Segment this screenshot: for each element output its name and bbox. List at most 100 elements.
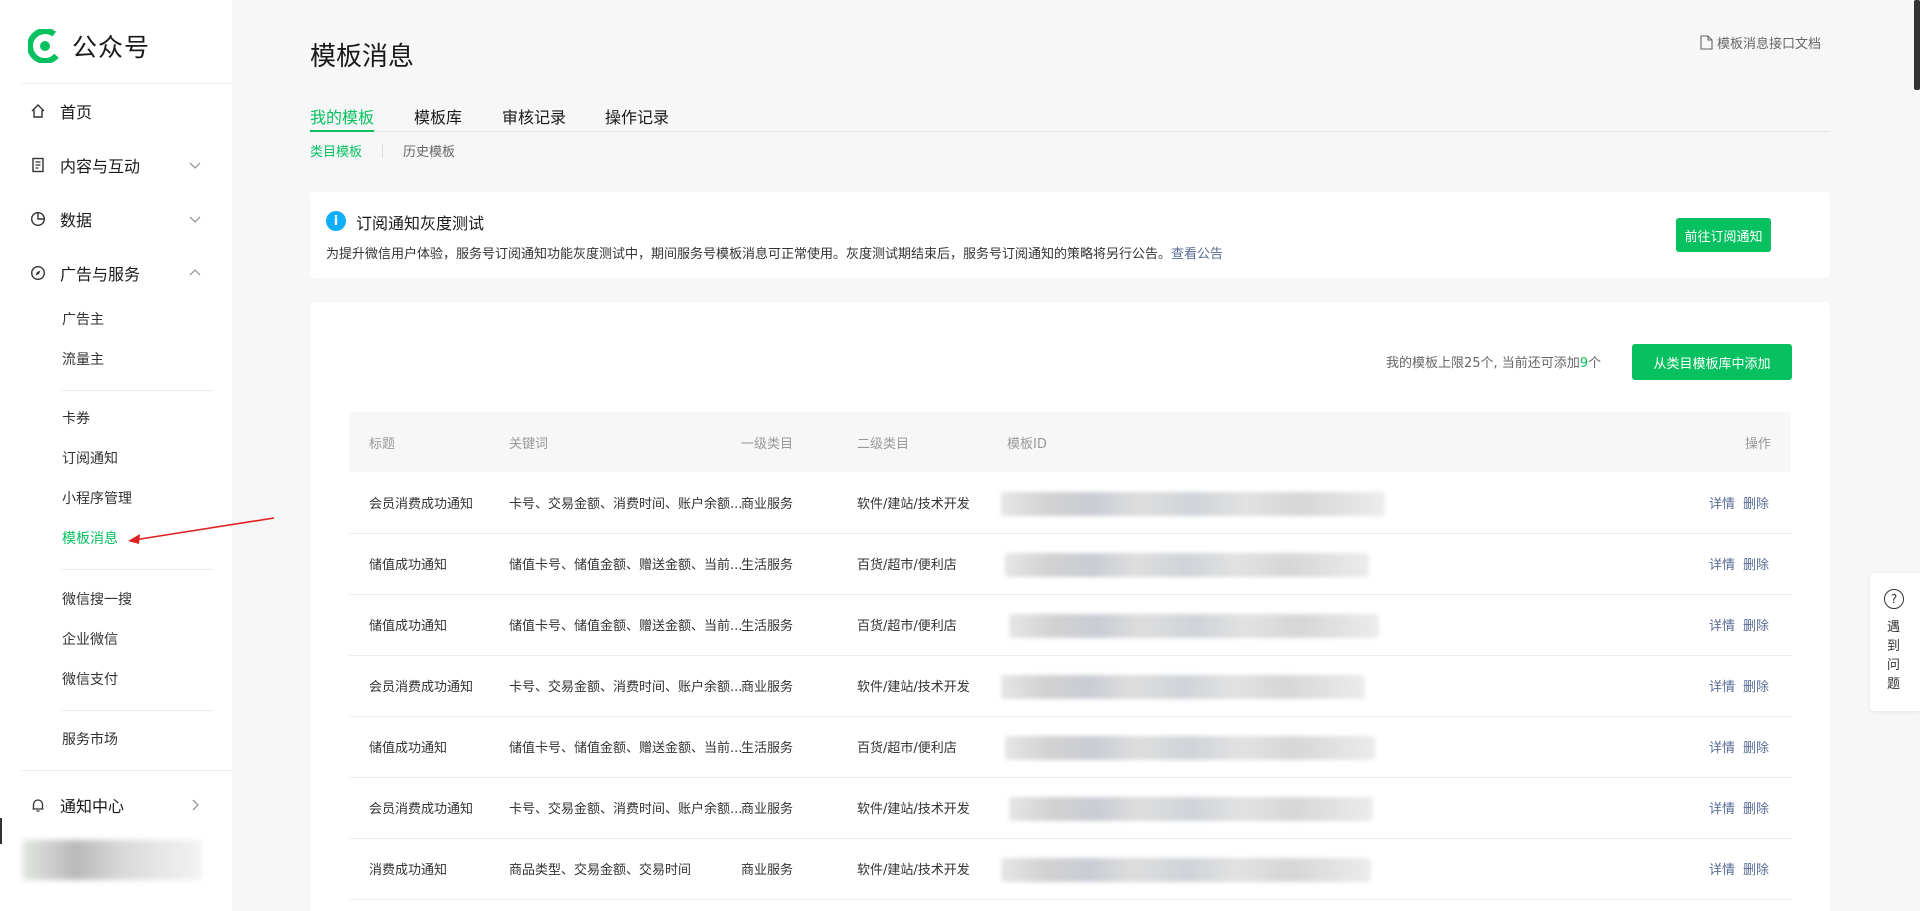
nav-home-label: 首页 bbox=[60, 103, 93, 122]
th-title: 标题 bbox=[369, 437, 396, 452]
document-icon bbox=[30, 157, 46, 173]
sub-item-cards[interactable]: 卡券 bbox=[62, 408, 90, 430]
sub-item-work-wechat[interactable]: 企业微信 bbox=[62, 629, 118, 651]
cell-title: 会员消费成功通知 bbox=[369, 680, 474, 695]
sidebar: 公众号 首页 内容与互动 数据 广告与服务 广告主 流量主 卡券 订阅通知 小程… bbox=[0, 0, 232, 911]
cell-category-1: 商业服务 bbox=[741, 863, 794, 878]
logo[interactable]: 公众号 bbox=[28, 28, 150, 64]
doc-link-label: 模板消息接口文档 bbox=[1717, 37, 1822, 52]
table-row: 储值成功通知 储值卡号、储值金额、赠送金额、当前... 生活服务 百货/超市/便利店 详… bbox=[349, 595, 1791, 656]
nav-content[interactable]: 内容与互动 bbox=[30, 150, 202, 180]
document-icon bbox=[1700, 35, 1713, 50]
sub-item-subscribe-notice[interactable]: 订阅通知 bbox=[62, 448, 118, 470]
cell-title: 消费成功通知 bbox=[369, 863, 448, 878]
detail-link[interactable]: 详情 bbox=[1709, 554, 1735, 573]
cell-keywords: 储值卡号、储值金额、赠送金额、当前... bbox=[509, 741, 743, 756]
subtab-history-templates[interactable]: 历史模板 bbox=[403, 141, 455, 160]
sub-item-wechat-pay[interactable]: 微信支付 bbox=[62, 669, 118, 691]
table-row: 储值成功通知 储值卡号、储值金额、赠送金额、当前... 生活服务 百货/超市/便利店 详… bbox=[349, 534, 1791, 595]
cell-category-2: 百货/超市/便利店 bbox=[857, 741, 957, 756]
detail-link[interactable]: 详情 bbox=[1709, 859, 1735, 878]
wechat-mp-logo-icon bbox=[28, 29, 62, 63]
sub-item-template-message[interactable]: 模板消息 bbox=[62, 528, 118, 550]
sub-item-advertiser[interactable]: 广告主 bbox=[62, 309, 104, 331]
go-subscribe-button[interactable]: 前往订阅通知 bbox=[1676, 218, 1771, 252]
cell-keywords: 商品类型、交易金额、交易时间 bbox=[509, 863, 692, 878]
cursor-mark bbox=[0, 818, 2, 844]
table-row: 消费成功通知 商品类型、交易金额、交易时间 商业服务 软件/建站/技术开发 详情 删除 bbox=[349, 839, 1791, 900]
tab-my-templates[interactable]: 我的模板 bbox=[310, 104, 375, 132]
cell-title: 会员消费成功通知 bbox=[369, 497, 474, 512]
nav-notify[interactable]: 通知中心 bbox=[30, 790, 202, 820]
cell-category-1: 生活服务 bbox=[741, 741, 794, 756]
avatar[interactable] bbox=[22, 840, 202, 880]
pie-chart-icon bbox=[30, 211, 46, 227]
help-float[interactable]: ? 遇到问题 bbox=[1870, 573, 1920, 711]
scrollbar[interactable] bbox=[1914, 0, 1920, 90]
delete-link[interactable]: 删除 bbox=[1743, 615, 1769, 634]
sub-item-service-market[interactable]: 服务市场 bbox=[62, 729, 118, 751]
detail-link[interactable]: 详情 bbox=[1709, 798, 1735, 817]
delete-link[interactable]: 删除 bbox=[1743, 493, 1769, 512]
cell-template-id-redacted bbox=[1001, 858, 1371, 882]
divider bbox=[62, 710, 214, 711]
nav-home[interactable]: 首页 bbox=[30, 96, 202, 126]
notice-body: 为提升微信用户体验，服务号订阅通知功能灰度测试中，期间服务号模板消息可正常使用。… bbox=[326, 247, 1172, 262]
help-text: 遇到问题 bbox=[1887, 620, 1901, 692]
table-row: 会员消费成功通知 卡号、交易金额、消费时间、账户余额... 商业服务 软件/建站/技术… bbox=[349, 778, 1791, 839]
quota-text: 我的模板上限25个, 当前还可添加9个 bbox=[1386, 352, 1601, 371]
detail-link[interactable]: 详情 bbox=[1709, 615, 1735, 634]
compass-icon bbox=[30, 265, 46, 281]
subtab-divider bbox=[382, 143, 384, 158]
detail-link[interactable]: 详情 bbox=[1709, 737, 1735, 756]
cell-title: 储值成功通知 bbox=[369, 619, 448, 634]
cell-category-2: 百货/超市/便利店 bbox=[857, 558, 957, 573]
cell-keywords: 储值卡号、储值金额、赠送金额、当前... bbox=[509, 619, 743, 634]
sub-item-miniprogram[interactable]: 小程序管理 bbox=[62, 488, 132, 510]
cell-template-id-redacted bbox=[1005, 736, 1375, 760]
sub-item-wechat-search[interactable]: 微信搜一搜 bbox=[62, 589, 132, 611]
cell-keywords: 卡号、交易金额、消费时间、账户余额... bbox=[509, 680, 743, 695]
detail-link[interactable]: 详情 bbox=[1709, 676, 1735, 695]
tab-template-library[interactable]: 模板库 bbox=[414, 104, 462, 132]
delete-link[interactable]: 删除 bbox=[1743, 676, 1769, 695]
bell-icon bbox=[30, 797, 46, 813]
quota-suffix: 个 bbox=[1588, 356, 1602, 371]
doc-link[interactable]: 模板消息接口文档 bbox=[1700, 33, 1821, 52]
cell-category-1: 商业服务 bbox=[741, 497, 794, 512]
th-template-id: 模板ID bbox=[1007, 437, 1047, 452]
cell-category-1: 生活服务 bbox=[741, 558, 794, 573]
cell-template-id-redacted bbox=[1001, 492, 1385, 516]
divider bbox=[22, 770, 232, 771]
nav-ads[interactable]: 广告与服务 bbox=[30, 258, 202, 288]
notice-text: 为提升微信用户体验，服务号订阅通知功能灰度测试中，期间服务号模板消息可正常使用。… bbox=[326, 243, 1223, 262]
home-icon bbox=[30, 103, 46, 119]
cell-title: 会员消费成功通知 bbox=[369, 802, 474, 817]
delete-link[interactable]: 删除 bbox=[1743, 859, 1769, 878]
delete-link[interactable]: 删除 bbox=[1743, 737, 1769, 756]
nav-data[interactable]: 数据 bbox=[30, 204, 202, 234]
delete-link[interactable]: 删除 bbox=[1743, 798, 1769, 817]
cell-title: 储值成功通知 bbox=[369, 741, 448, 756]
divider bbox=[62, 390, 214, 391]
delete-link[interactable]: 删除 bbox=[1743, 554, 1769, 573]
notice-link[interactable]: 查看公告 bbox=[1171, 247, 1223, 262]
chevron-down-icon bbox=[189, 162, 201, 169]
page-title: 模板消息 bbox=[310, 42, 415, 72]
cell-keywords: 储值卡号、储值金额、赠送金额、当前... bbox=[509, 558, 743, 573]
cell-category-2: 软件/建站/技术开发 bbox=[857, 863, 970, 878]
cell-category-1: 商业服务 bbox=[741, 680, 794, 695]
th-keywords: 关键词 bbox=[509, 437, 549, 452]
divider bbox=[22, 83, 232, 84]
cell-category-2: 软件/建站/技术开发 bbox=[857, 680, 970, 695]
tab-review-records[interactable]: 审核记录 bbox=[502, 104, 566, 132]
sub-item-publisher[interactable]: 流量主 bbox=[62, 349, 104, 371]
detail-link[interactable]: 详情 bbox=[1709, 493, 1735, 512]
table-row: 储值成功通知 储值卡号、储值金额、赠送金额、当前... 生活服务 百货/超市/便利店 详… bbox=[349, 717, 1791, 778]
question-icon: ? bbox=[1884, 589, 1904, 609]
chevron-up-icon bbox=[189, 269, 201, 276]
subtab-category-templates[interactable]: 类目模板 bbox=[310, 141, 362, 160]
add-from-library-button[interactable]: 从类目模板库中添加 bbox=[1632, 344, 1792, 380]
tab-operation-records[interactable]: 操作记录 bbox=[605, 104, 669, 132]
template-table-card: 我的模板上限25个, 当前还可添加9个 从类目模板库中添加 标题 关键词 一级类… bbox=[310, 302, 1830, 911]
